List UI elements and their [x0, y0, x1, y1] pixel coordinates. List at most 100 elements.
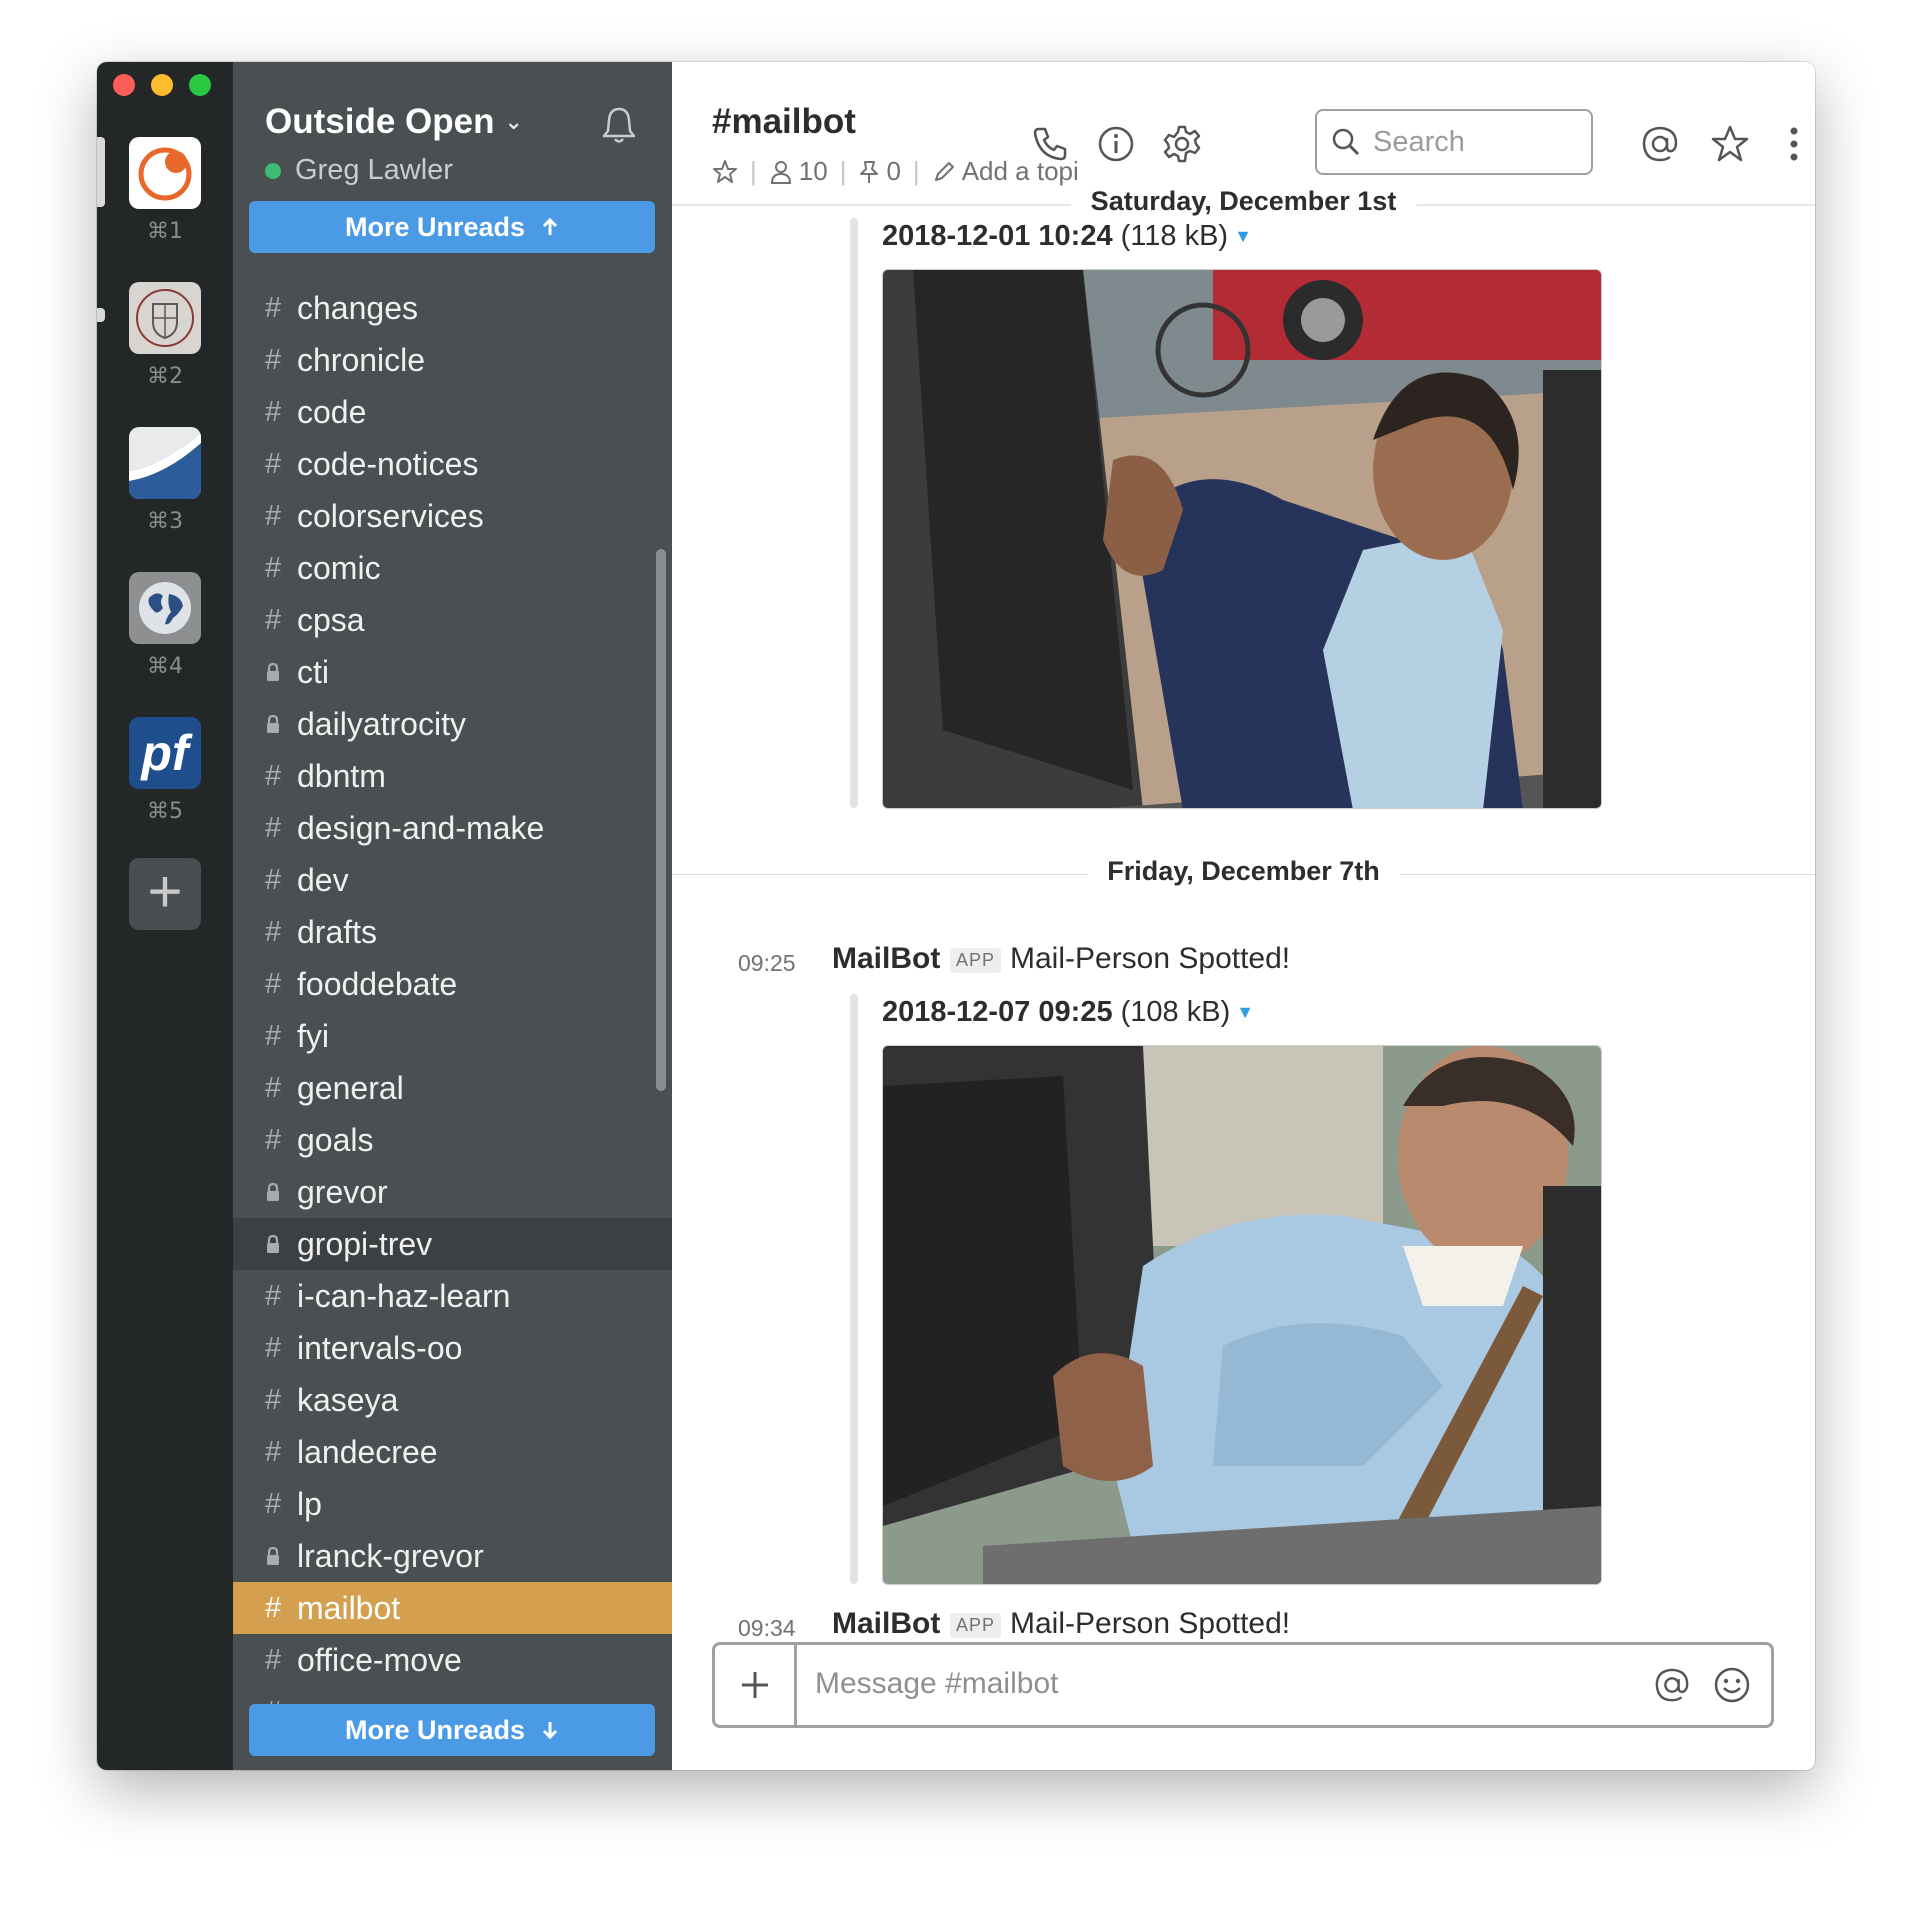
team-switcher: ⌘1 ⌘2 ⌘3 ⌘4 pf ⌘5 +: [97, 62, 233, 1770]
sidebar-item-fooddebate[interactable]: # fooddebate: [233, 958, 672, 1010]
sidebar-item-fyi[interactable]: # fyi: [233, 1010, 672, 1062]
mention-icon[interactable]: [1650, 1663, 1694, 1707]
hash-icon: #: [265, 1643, 282, 1676]
sidebar-item-label: comic: [297, 549, 381, 586]
message-author[interactable]: MailBot: [832, 1607, 940, 1641]
search-input[interactable]: Search: [1315, 109, 1593, 175]
sidebar-item-mailbot[interactable]: # mailbot: [233, 1582, 672, 1634]
sidebar-item-label: chronicle: [297, 341, 426, 378]
mail-carrier-photo[interactable]: [882, 269, 1602, 809]
add-team-button[interactable]: +: [129, 858, 201, 930]
team-1[interactable]: ⌘1: [129, 137, 201, 244]
sidebar-item-label: intervals-oo: [297, 1329, 463, 1366]
hash-icon: #: [265, 395, 282, 428]
more-options-icon[interactable]: [1772, 122, 1815, 166]
pencil-icon: [934, 161, 954, 181]
file-header[interactable]: 2018-12-07 09:25 (108 kB) ▼: [882, 996, 1254, 1029]
file-header[interactable]: 2018-12-01 10:24 (118 kB) ▼: [882, 220, 1252, 253]
mail-carrier-photo[interactable]: [882, 1045, 1602, 1585]
emoji-icon[interactable]: [1710, 1663, 1754, 1707]
more-unreads-down-button[interactable]: More Unreads: [249, 1704, 655, 1756]
minimize-window-button[interactable]: [151, 74, 173, 96]
team-3[interactable]: ⌘3: [129, 427, 201, 534]
sidebar-item-gropi-trev[interactable]: gropi-trev: [233, 1218, 672, 1270]
bell-icon[interactable]: [598, 104, 640, 146]
phone-icon[interactable]: [1028, 122, 1072, 166]
sidebar-item-landecree[interactable]: # landecree: [233, 1426, 672, 1478]
sidebar-item-cti[interactable]: cti: [233, 646, 672, 698]
sidebar-item-general[interactable]: # general: [233, 1062, 672, 1114]
pin-icon: [860, 160, 879, 183]
lock-icon: [265, 662, 297, 682]
sidebar-item-chronicle[interactable]: # chronicle: [233, 334, 672, 386]
starred-items-icon[interactable]: [1708, 122, 1752, 166]
plus-icon: [741, 1672, 768, 1698]
gear-icon[interactable]: [1160, 122, 1204, 166]
sidebar-item-intervals-oo[interactable]: # intervals-oo: [233, 1322, 672, 1374]
sidebar-item-label: gropi-trev: [297, 1225, 433, 1262]
close-window-button[interactable]: [113, 74, 135, 96]
attach-plus-button[interactable]: [715, 1645, 797, 1725]
team-2[interactable]: ⌘2: [129, 282, 201, 389]
channel-view: #mailbot | 10 | 0 | Add a topi Search Sa…: [672, 62, 1815, 1770]
sidebar-item-lp[interactable]: # lp: [233, 1478, 672, 1530]
window-controls: [113, 74, 211, 96]
presence-indicator: [265, 162, 281, 179]
member-count-button[interactable]: 10: [769, 156, 828, 187]
sidebar-item-label: fyi: [297, 1017, 329, 1054]
message-timestamp[interactable]: 09:25: [738, 950, 796, 977]
team-5[interactable]: pf ⌘5: [129, 717, 201, 824]
arrow-up-icon: [542, 217, 558, 235]
sidebar-item-colorservices[interactable]: # colorservices: [233, 490, 672, 542]
sidebar-item-code-notices[interactable]: # code-notices: [233, 438, 672, 490]
sidebar-item-dev[interactable]: # dev: [233, 854, 672, 906]
sidebar-item-label: lranck-grevor: [297, 1537, 484, 1574]
sidebar-item-label: design-and-make: [297, 809, 545, 846]
sidebar-item-comic[interactable]: # comic: [233, 542, 672, 594]
message-input[interactable]: Message #mailbot: [815, 1667, 1058, 1701]
workspace-menu[interactable]: Outside Open ⌄: [265, 102, 523, 142]
team-4[interactable]: ⌘4: [129, 572, 201, 679]
message-author[interactable]: MailBot: [832, 942, 940, 976]
team-shortcut: ⌘5: [147, 799, 183, 824]
app-badge: APP: [950, 1613, 1002, 1638]
chevron-down-icon: ⌄: [504, 109, 523, 134]
sidebar-item-goals[interactable]: # goals: [233, 1114, 672, 1166]
sidebar-item-office-move[interactable]: # office-move: [233, 1634, 672, 1686]
sidebar-item-code[interactable]: # code: [233, 386, 672, 438]
sidebar-item-label: colorservices: [297, 497, 484, 534]
pinned-count-button[interactable]: 0: [858, 156, 901, 187]
message[interactable]: 09:34 MailBot APP Mail-Person Spotted!: [672, 1607, 1815, 1641]
sidebar-item-kaseya[interactable]: # kaseya: [233, 1374, 672, 1426]
sidebar-item-dbntm[interactable]: # dbntm: [233, 750, 672, 802]
message-timestamp[interactable]: 09:34: [738, 1615, 796, 1641]
message[interactable]: 09:25 MailBot APP Mail-Person Spotted!: [672, 942, 1815, 982]
more-unreads-up-button[interactable]: More Unreads: [249, 201, 655, 253]
sidebar-item-changes[interactable]: # changes: [233, 282, 672, 334]
team-shortcut: ⌘4: [147, 654, 183, 679]
current-user[interactable]: Greg Lawler: [265, 154, 453, 187]
sidebar-item-drafts[interactable]: # drafts: [233, 906, 672, 958]
blue-swoosh-logo-icon: [129, 427, 201, 499]
sidebar-item-label: changes: [297, 289, 418, 326]
sidebar-item-label: lp: [297, 1485, 322, 1522]
sidebar-item-cpsa[interactable]: # cpsa: [233, 594, 672, 646]
sidebar-item-grevor[interactable]: grevor: [233, 1166, 672, 1218]
sidebar-item-label: dailyatrocity: [297, 705, 466, 742]
star-channel-button[interactable]: [712, 159, 738, 185]
channel-title: #mailbot: [712, 102, 856, 141]
globe-icon: [129, 572, 201, 644]
sidebar-item-i-can-haz-learn[interactable]: # i-can-haz-learn: [233, 1270, 672, 1322]
sidebar-scrollbar[interactable]: [656, 549, 666, 1091]
sidebar-item-label: code-notices: [297, 445, 479, 482]
info-icon[interactable]: [1094, 122, 1138, 166]
message-text: Mail-Person Spotted!: [1010, 942, 1291, 975]
sidebar-item-label: kaseya: [297, 1381, 399, 1418]
app-badge: APP: [950, 948, 1002, 973]
user-name: Greg Lawler: [295, 154, 453, 186]
zoom-window-button[interactable]: [189, 74, 211, 96]
sidebar-item-dailyatrocity[interactable]: dailyatrocity: [233, 698, 672, 750]
mentions-icon[interactable]: [1638, 122, 1682, 166]
sidebar-item-design-and-make[interactable]: # design-and-make: [233, 802, 672, 854]
sidebar-item-lranck-grevor[interactable]: lranck-grevor: [233, 1530, 672, 1582]
